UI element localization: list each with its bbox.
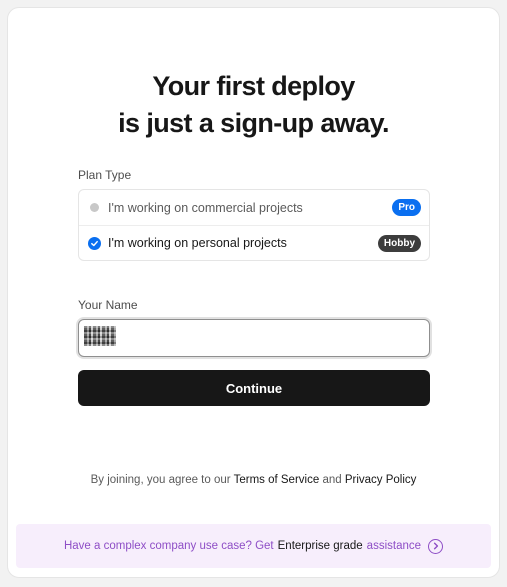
hobby-badge: Hobby [377,234,421,252]
enterprise-banner[interactable]: Have a complex company use case? Get Ent… [16,524,491,568]
plan-option-label: I'm working on personal projects [108,236,287,250]
plan-option-label: I'm working on commercial projects [108,200,303,215]
pro-badge: Pro [392,199,421,216]
checkmark-icon [88,236,101,250]
headline-line-1: Your first deploy [152,71,355,101]
terms-of-service-link[interactable]: Terms of Service [234,474,320,486]
plan-type-selector: I'm working on commercial projects Pro I… [78,189,430,261]
continue-button[interactable]: Continue [78,370,430,406]
plan-option-personal[interactable]: I'm working on personal projects Hobby [79,225,429,260]
redacted-name-value [84,326,116,346]
legal-and: and [322,474,342,486]
page-title: Your first deploy is just a sign-up away… [8,68,499,142]
radio-unselected-icon [90,203,99,212]
plan-type-label: Plan Type [78,168,132,182]
enterprise-prefix: Have a complex company use case? Get [63,540,274,552]
plan-option-commercial[interactable]: I'm working on commercial projects Pro [79,190,429,225]
headline-line-2: is just a sign-up away. [118,108,389,138]
privacy-policy-link[interactable]: Privacy Policy [345,474,417,486]
legal-notice: By joining, you agree to our Terms of Se… [8,474,499,486]
signup-card: Your first deploy is just a sign-up away… [7,7,500,578]
arrow-right-circle-icon [428,538,444,554]
your-name-label: Your Name [78,298,138,312]
enterprise-suffix: assistance [366,540,422,552]
enterprise-grade-text: Enterprise grade [277,540,363,552]
legal-prefix: By joining, you agree to our [90,474,231,486]
name-input[interactable] [78,319,430,357]
